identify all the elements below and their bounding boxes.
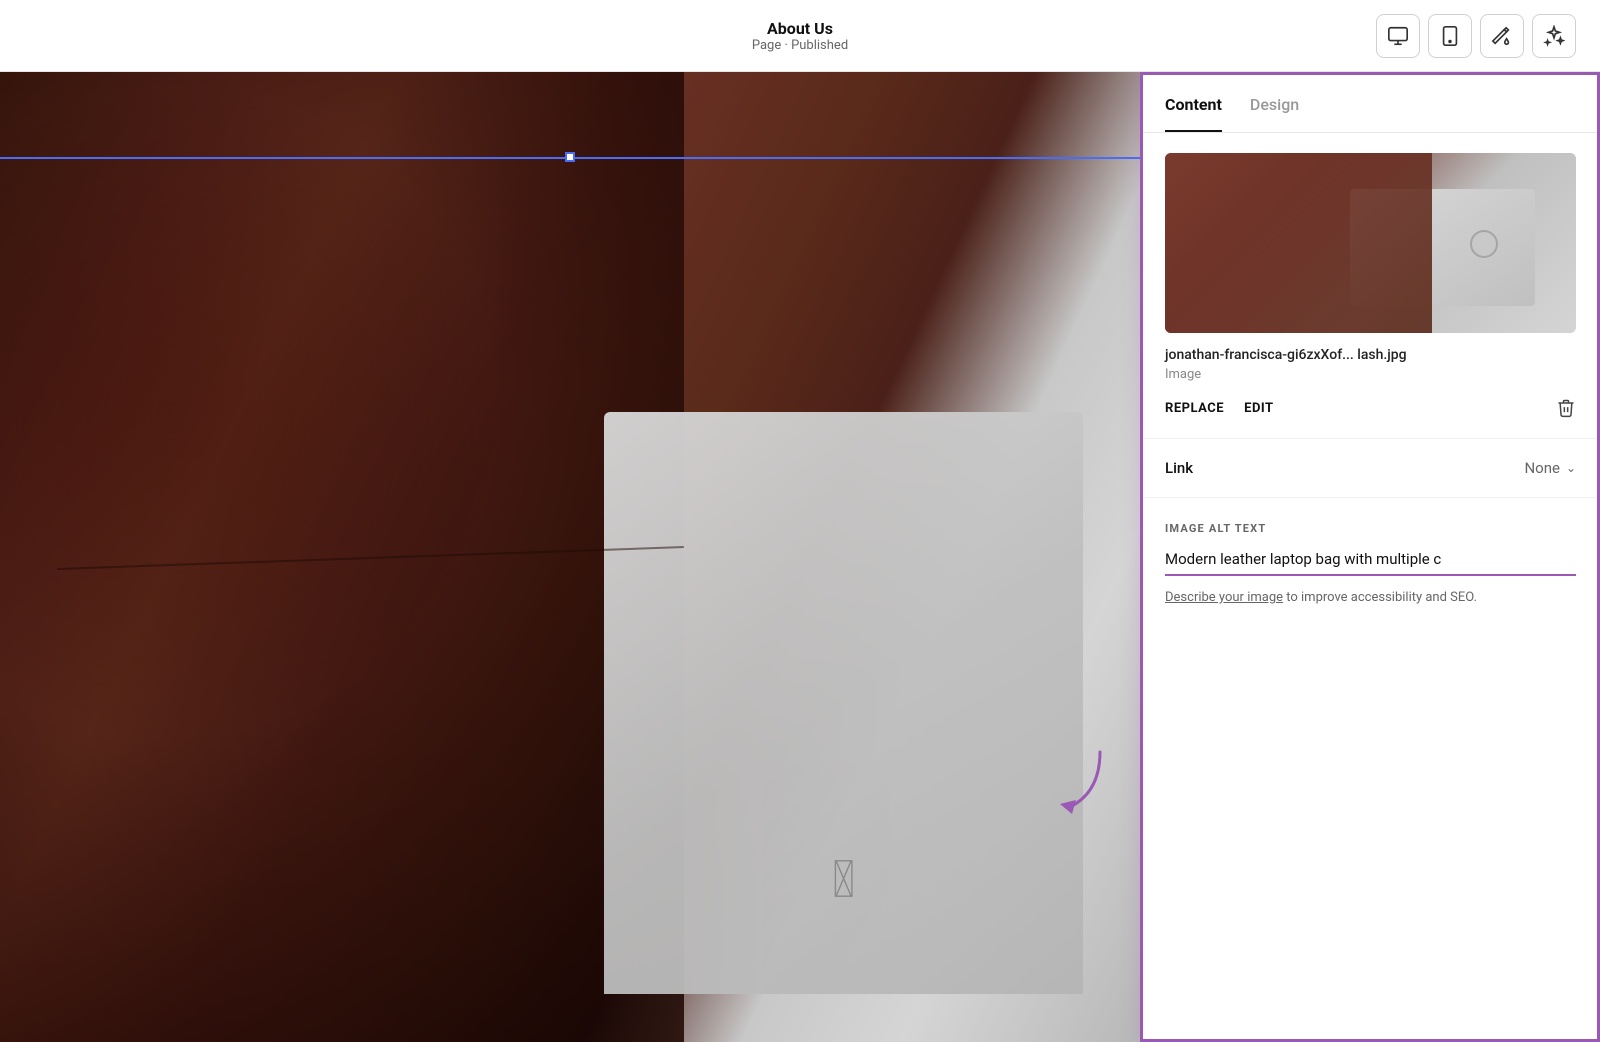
mobile-icon: [1439, 25, 1461, 47]
laptop-body: : [604, 412, 1083, 994]
link-dropdown[interactable]: None ⌄: [1524, 459, 1576, 477]
link-section: Link None ⌄: [1141, 439, 1600, 498]
page-status: Page · Published: [752, 38, 848, 53]
alt-text-hint-text: to improve accessibility and SEO.: [1283, 590, 1477, 605]
image-actions: REPLACE EDIT: [1165, 398, 1576, 418]
preview-bag: [1165, 153, 1432, 333]
ai-tools-button[interactable]: [1532, 14, 1576, 58]
tab-content[interactable]: Content: [1165, 95, 1222, 132]
replace-button[interactable]: REPLACE: [1165, 401, 1224, 416]
preview-circle: [1470, 230, 1498, 258]
paint-icon: [1491, 25, 1513, 47]
chevron-down-icon: ⌄: [1566, 461, 1576, 475]
desktop-view-button[interactable]: [1376, 14, 1420, 58]
image-section: jonathan-francisca-gi6zxXof... lash.jpg …: [1141, 133, 1600, 439]
page-name: About Us: [752, 19, 848, 38]
tab-design[interactable]: Design: [1250, 95, 1299, 132]
background-image: : [0, 72, 1140, 1042]
image-type: Image: [1165, 367, 1576, 382]
delete-button[interactable]: [1556, 398, 1576, 418]
edit-button[interactable]: EDIT: [1244, 401, 1273, 416]
canvas-image: : [0, 72, 1140, 1042]
image-filename: jonathan-francisca-gi6zxXof... lash.jpg: [1165, 347, 1576, 363]
alt-text-hint: Describe your image to improve accessibi…: [1165, 588, 1576, 608]
alt-text-section: IMAGE ALT TEXT Describe your image to im…: [1141, 498, 1600, 628]
panel-content: jonathan-francisca-gi6zxXof... lash.jpg …: [1141, 133, 1600, 1042]
mobile-view-button[interactable]: [1428, 14, 1472, 58]
link-label: Link: [1165, 459, 1193, 477]
alt-text-section-label: IMAGE ALT TEXT: [1165, 522, 1576, 535]
toolbar-icons: [1376, 14, 1576, 58]
panel-tabs: Content Design: [1141, 75, 1600, 133]
describe-image-link[interactable]: Describe your image: [1165, 590, 1283, 605]
sparkle-icon: [1543, 25, 1565, 47]
right-panel: Content Design jonathan-francisca-gi6zxX…: [1140, 72, 1600, 1042]
page-title-block: About Us Page · Published: [752, 19, 848, 53]
trash-icon: [1556, 398, 1576, 418]
alt-text-input-wrap: [1165, 549, 1576, 576]
selection-handle[interactable]: [565, 152, 575, 162]
top-bar: About Us Page · Published: [0, 0, 1600, 72]
desktop-icon: [1387, 25, 1409, 47]
link-value-text: None: [1524, 459, 1560, 477]
canvas-area[interactable]: : [0, 72, 1140, 1042]
alt-text-input[interactable]: [1165, 550, 1576, 576]
image-preview: [1165, 153, 1576, 333]
apple-logo-icon: : [832, 854, 855, 906]
design-tools-button[interactable]: [1480, 14, 1524, 58]
image-preview-inner: [1165, 153, 1576, 333]
